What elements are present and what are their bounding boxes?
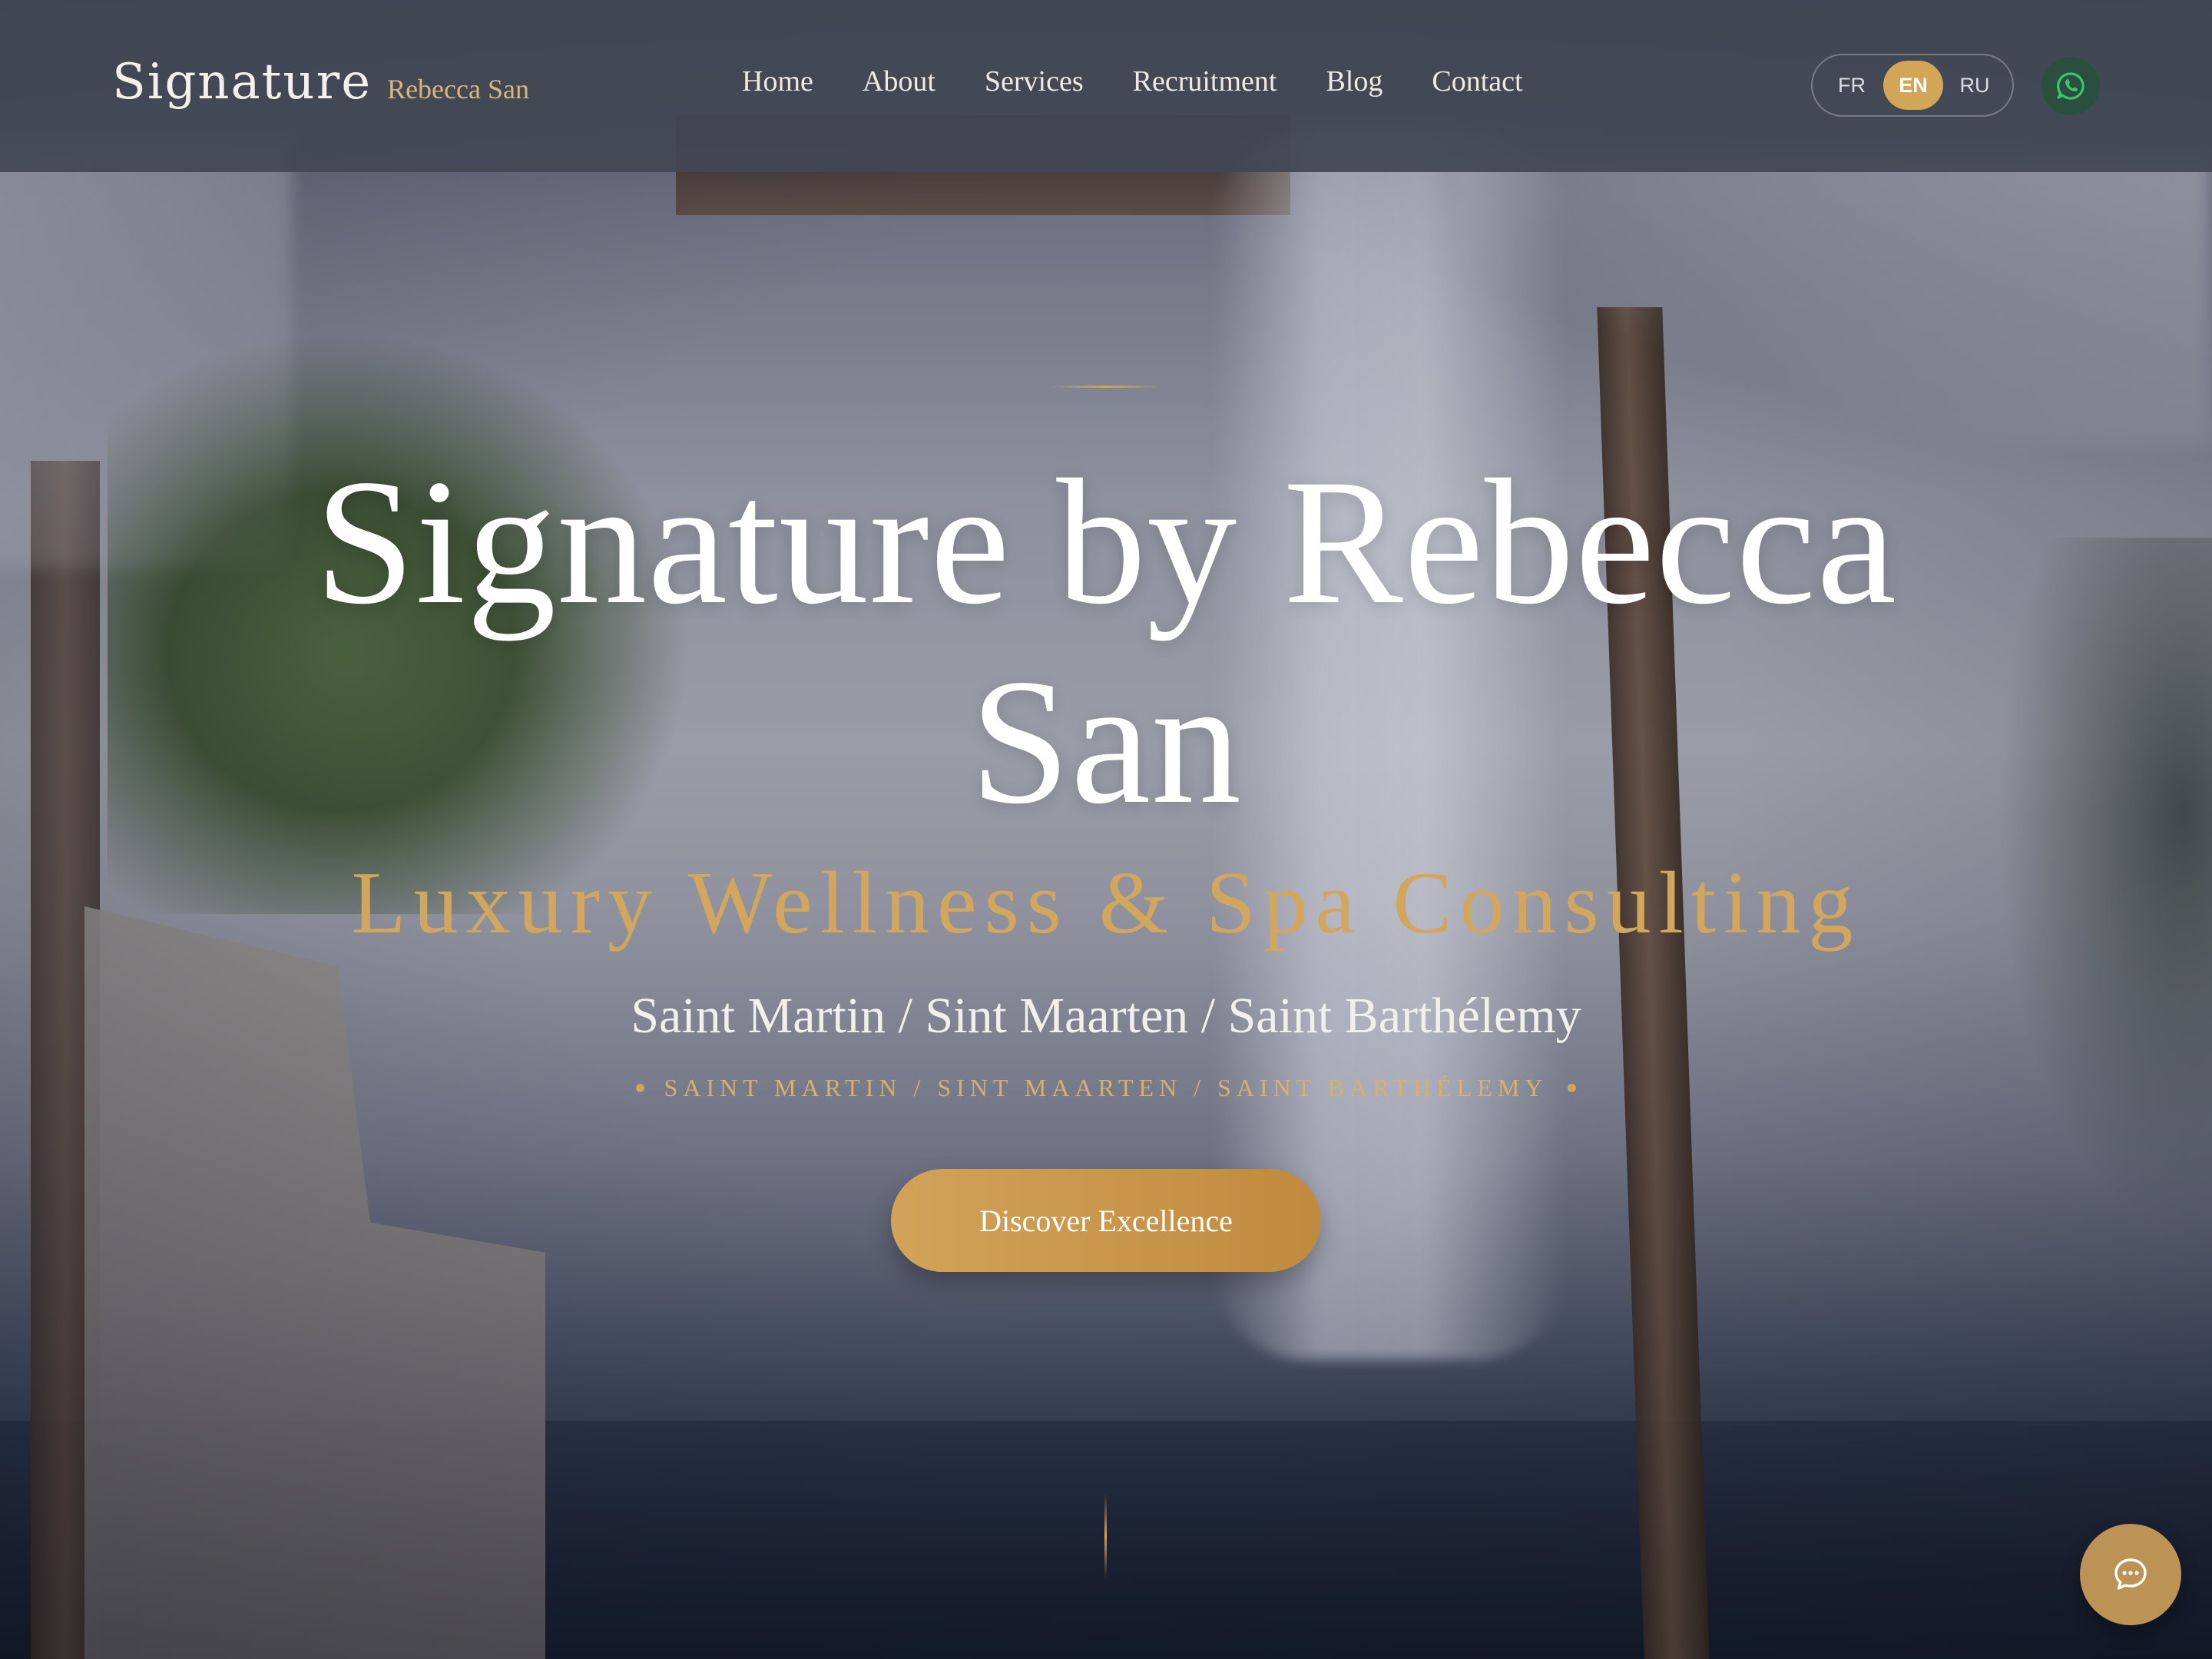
brand-name[interactable]: Signature xyxy=(112,54,372,111)
nav-services[interactable]: Services xyxy=(985,65,1084,98)
hero-title: Signature by Rebecca San xyxy=(314,442,1898,841)
brand-logo[interactable]: Signature Rebecca San xyxy=(112,54,529,111)
language-fr[interactable]: FR xyxy=(1822,61,1882,110)
scroll-indicator[interactable] xyxy=(1104,1494,1107,1578)
nav-contact[interactable]: Contact xyxy=(1432,65,1522,98)
whatsapp-icon xyxy=(2057,72,2085,100)
hero-tagline: SAINT MARTIN / SINT MAARTEN / SAINT BART… xyxy=(184,1074,2028,1102)
nav-about[interactable]: About xyxy=(863,65,935,98)
language-ru[interactable]: RU xyxy=(1945,61,2005,110)
page: Signature Rebecca San Home About Service… xyxy=(0,0,2212,1659)
tagline-dot-left xyxy=(635,1084,644,1092)
hero-locations: Saint Martin / Sint Maarten / Saint Bart… xyxy=(631,988,1581,1044)
nav-blog[interactable]: Blog xyxy=(1326,65,1382,98)
language-switcher: FR EN RU xyxy=(1811,54,2014,117)
nav-recruitment[interactable]: Recruitment xyxy=(1133,65,1277,98)
chat-button[interactable] xyxy=(2080,1524,2181,1625)
nav-home[interactable]: Home xyxy=(742,65,813,98)
site-header: Signature Rebecca San Home About Service… xyxy=(0,0,2212,172)
tagline-text: SAINT MARTIN / SINT MAARTEN / SAINT BART… xyxy=(664,1074,1548,1101)
brand-subtitle[interactable]: Rebecca San xyxy=(387,73,529,105)
discover-excellence-button[interactable]: Discover Excellence xyxy=(891,1169,1321,1272)
main-nav: Home About Services Recruitment Blog Con… xyxy=(742,65,1523,98)
language-en[interactable]: EN xyxy=(1883,61,1943,110)
hero-subtitle: Luxury Wellness & Spa Consulting xyxy=(351,854,1861,952)
hero-top-divider xyxy=(1048,386,1164,388)
chat-bubble-icon xyxy=(2114,1558,2147,1590)
whatsapp-button[interactable] xyxy=(2041,57,2100,115)
tagline-dot-right xyxy=(1568,1084,1577,1092)
